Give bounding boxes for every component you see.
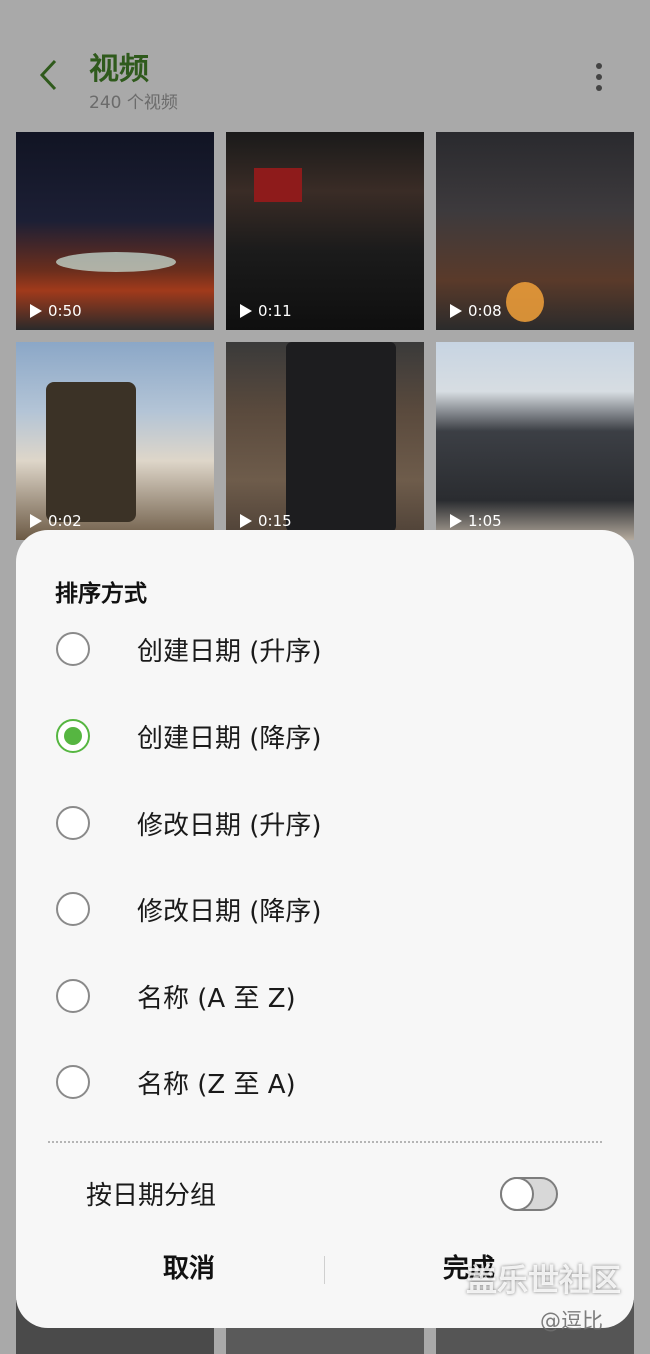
costumed-performer — [286, 342, 396, 532]
sort-option-created-desc[interactable]: 创建日期 (降序) — [16, 701, 634, 771]
sort-option-label: 创建日期 (升序) — [137, 637, 322, 667]
cancel-button[interactable]: 取消 — [116, 1248, 262, 1290]
sort-dialog-title: 排序方式 — [55, 581, 147, 607]
watermark-author: @逗比 — [540, 1309, 603, 1333]
play-icon — [450, 514, 462, 528]
sort-option-modified-asc[interactable]: 修改日期 (升序) — [16, 788, 634, 858]
play-icon — [450, 304, 462, 318]
sort-option-created-asc[interactable]: 创建日期 (升序) — [16, 614, 634, 684]
watermark-text: 盖乐世社区 — [466, 1263, 621, 1299]
sort-option-name-az[interactable]: 名称 (A 至 Z) — [16, 961, 634, 1031]
play-icon — [30, 304, 42, 318]
radio-button[interactable] — [56, 806, 90, 840]
video-duration: 0:15 — [240, 512, 292, 530]
video-thumbnail[interactable]: 0:08 — [436, 132, 634, 330]
radio-button[interactable] — [56, 979, 90, 1013]
radio-button-selected[interactable] — [56, 719, 90, 753]
radio-button[interactable] — [56, 892, 90, 926]
group-by-date-toggle[interactable] — [500, 1177, 558, 1211]
toggle-knob — [500, 1177, 534, 1211]
video-duration: 0:50 — [30, 302, 82, 320]
sort-option-modified-desc[interactable]: 修改日期 (降序) — [16, 874, 634, 944]
group-by-date-row[interactable]: 按日期分组 — [16, 1165, 634, 1225]
radio-button[interactable] — [56, 632, 90, 666]
video-thumbnail[interactable]: 0:15 — [226, 342, 424, 540]
sort-option-label: 修改日期 (升序) — [137, 811, 322, 841]
sort-option-label: 创建日期 (降序) — [137, 724, 322, 754]
group-by-date-label: 按日期分组 — [86, 1181, 217, 1211]
sort-option-label: 名称 (Z 至 A) — [137, 1070, 296, 1100]
divider — [48, 1141, 602, 1143]
play-icon — [240, 304, 252, 318]
sort-option-label: 修改日期 (降序) — [137, 897, 322, 927]
radio-button[interactable] — [56, 1065, 90, 1099]
sort-option-name-za[interactable]: 名称 (Z 至 A) — [16, 1047, 634, 1117]
sort-dialog: 排序方式 创建日期 (升序) 创建日期 (降序) 修改日期 (升序) 修改日期 … — [16, 530, 634, 1328]
video-duration: 0:08 — [450, 302, 502, 320]
video-duration: 0:02 — [30, 512, 82, 530]
video-duration: 1:05 — [450, 512, 502, 530]
video-thumbnail[interactable]: 1:05 — [436, 342, 634, 540]
video-thumbnail[interactable]: 0:50 — [16, 132, 214, 330]
video-duration: 0:11 — [240, 302, 292, 320]
fire-glow — [506, 282, 544, 322]
button-separator — [324, 1256, 325, 1284]
video-thumbnail[interactable]: 0:11 — [226, 132, 424, 330]
stadium-light — [56, 252, 176, 272]
sort-option-label: 名称 (A 至 Z) — [137, 984, 296, 1014]
video-thumbnail[interactable]: 0:02 — [16, 342, 214, 540]
play-icon — [30, 514, 42, 528]
play-icon — [240, 514, 252, 528]
red-banner — [254, 168, 302, 202]
rider-figure — [46, 382, 136, 522]
